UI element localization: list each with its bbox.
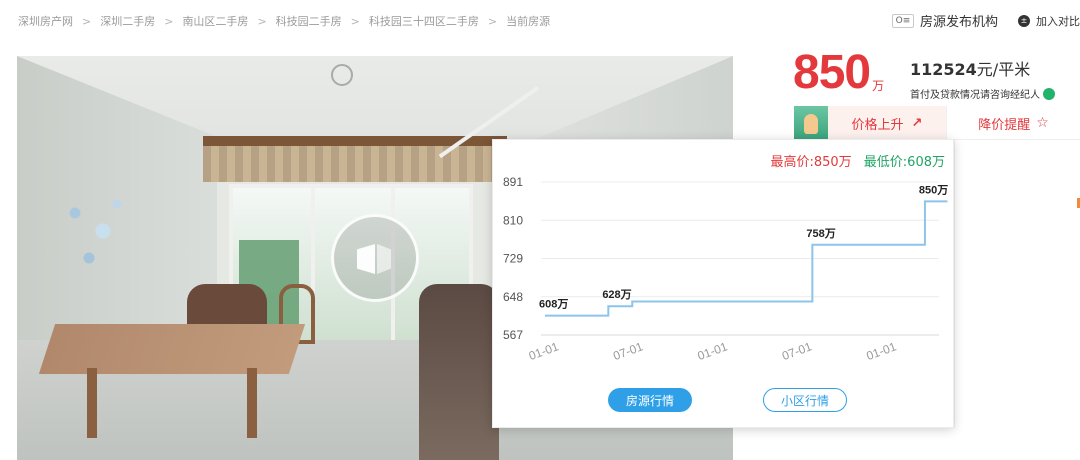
total-price-value: 850 <box>793 46 871 99</box>
price-alert-label: 降价提醒 <box>978 117 1031 133</box>
photo-sofa <box>419 284 499 460</box>
y-tick-label: 567 <box>503 328 523 342</box>
publisher-link[interactable]: O≡ 房源发布机构 <box>891 11 998 30</box>
y-tick-label: 891 <box>503 175 523 189</box>
compare-label: 加入对比 <box>1036 14 1080 28</box>
x-tick-label: 01-01 <box>696 339 730 363</box>
breadcrumb-separator: > <box>164 14 174 28</box>
breadcrumb-separator: > <box>487 14 498 28</box>
breadcrumb-item[interactable]: 南山区二手房 <box>182 13 248 29</box>
publisher-icon: O≡ <box>891 13 914 28</box>
loan-hint-text: 首付及贷款情况请咨询经纪人 <box>910 90 1040 101</box>
y-tick-label: 810 <box>503 213 523 227</box>
breadcrumb-item[interactable]: 科技园三十四区二手房 <box>369 13 479 29</box>
y-tick-label: 729 <box>503 252 523 266</box>
price-history-chart: 891 810 729 648 567 01-01 07-01 01-01 07-01 01-01… <box>503 175 948 363</box>
unit-price-value: 112524 <box>910 60 977 79</box>
breadcrumb-separator: > <box>82 14 92 28</box>
chat-icon[interactable] <box>1043 87 1055 100</box>
total-price-unit: 万 <box>872 79 885 93</box>
header-actions: O≡ 房源发布机构 ± 加入对比 <box>891 11 1080 30</box>
x-tick-label: 01-01 <box>527 339 561 363</box>
breadcrumb-separator: > <box>257 14 267 28</box>
star-icon: ☆ <box>1036 115 1049 131</box>
breadcrumb-item[interactable]: 深圳二手房 <box>100 13 155 29</box>
publisher-label: 房源发布机构 <box>919 15 998 30</box>
loan-hint: 首付及贷款情况请咨询经纪人 <box>910 86 1055 101</box>
breadcrumb-item[interactable]: 深圳房产网 <box>18 13 73 29</box>
add-compare-button[interactable]: ± 加入对比 <box>1018 13 1080 29</box>
photo-table-leg <box>87 368 97 438</box>
photo-table-leg <box>247 368 257 438</box>
price-history-popover: 最高价:850万 最低价:608万 891 810 729 648 567 01-01 07… <box>492 139 954 428</box>
unit-price-suffix: 元/平米 <box>976 60 1031 79</box>
photo-ceiling-fan <box>331 64 353 86</box>
price-trend-label: 价格上升 <box>851 117 904 133</box>
price-action-row: 价格上升 ↗ 降价提醒 ☆ <box>794 106 1080 140</box>
agent-avatar[interactable] <box>794 106 828 140</box>
data-label: 608万 <box>539 298 568 311</box>
tab-house-trend[interactable]: 房源行情 <box>608 388 692 412</box>
photo-wall-stickers <box>61 186 131 276</box>
price-alert-button[interactable]: 降价提醒 ☆ <box>946 106 1080 140</box>
data-label: 628万 <box>602 288 631 301</box>
x-tick-label: 07-01 <box>780 339 814 363</box>
side-panel <box>954 140 1080 428</box>
x-tick-label: 07-01 <box>611 339 645 363</box>
tab-community-trend[interactable]: 小区行情 <box>763 388 847 412</box>
data-label: 850万 <box>919 183 948 196</box>
vr-icon <box>357 238 393 278</box>
breadcrumb-item[interactable]: 科技园二手房 <box>276 13 342 29</box>
x-tick-label: 01-01 <box>865 339 899 363</box>
data-label: 758万 <box>806 227 835 240</box>
price-trend-button[interactable]: 价格上升 ↗ <box>828 106 946 140</box>
total-price: 850 万 <box>793 46 885 99</box>
vr-tour-button[interactable] <box>331 214 419 302</box>
photo-table <box>38 324 306 374</box>
breadcrumb-item: 当前房源 <box>506 15 551 28</box>
photo-curtain <box>203 146 507 182</box>
breadcrumb: 深圳房产网 > 深圳二手房 > 南山区二手房 > 科技园二手房 > 科技园三十四区二手房 > 当前房… <box>18 13 550 29</box>
breadcrumb-separator: > <box>350 14 360 28</box>
compare-icon: ± <box>1018 14 1030 27</box>
unit-price: 112524元/平米 <box>910 56 1030 80</box>
y-tick-label: 648 <box>503 290 523 304</box>
trend-up-icon: ↗ <box>911 115 923 131</box>
